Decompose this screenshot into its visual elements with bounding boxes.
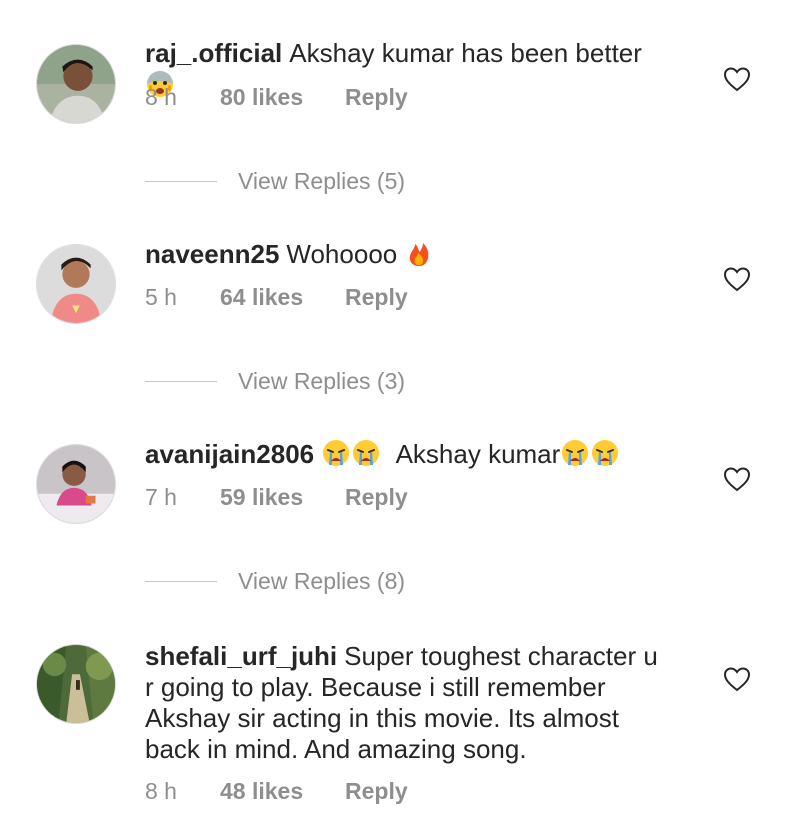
crying-face-emoji <box>590 438 620 468</box>
crying-face-emoji <box>560 438 590 468</box>
comment-time: 8 h <box>145 778 177 804</box>
comment-text-block: shefali_urf_juhi Super toughest character… <box>145 641 665 765</box>
heart-icon[interactable] <box>722 664 752 694</box>
comment-meta: 5 h 64 likes Reply <box>145 284 408 311</box>
comment-time: 7 h <box>145 484 177 510</box>
comment-body: Wohoooo <box>286 239 398 269</box>
view-replies-button[interactable]: View Replies (3) <box>145 368 405 395</box>
comment-likes[interactable]: 59 likes <box>220 484 345 511</box>
comment-username[interactable]: avanijain2806 <box>145 439 314 469</box>
crying-face-emoji <box>321 438 351 468</box>
comment-meta: 8 h 48 likes Reply <box>145 778 408 805</box>
heart-icon[interactable] <box>722 64 752 94</box>
comment-body: Akshay kumar has been better <box>289 38 642 68</box>
reply-button[interactable]: Reply <box>345 284 408 311</box>
comment-likes[interactable]: 48 likes <box>220 778 345 805</box>
avatar[interactable] <box>36 644 116 724</box>
comment-likes[interactable]: 80 likes <box>220 84 345 111</box>
avatar[interactable] <box>36 44 116 124</box>
comment-username[interactable]: naveenn25 <box>145 239 279 269</box>
view-replies-button[interactable]: View Replies (8) <box>145 568 405 595</box>
reply-button[interactable]: Reply <box>345 84 408 111</box>
reply-button[interactable]: Reply <box>345 484 408 511</box>
heart-icon[interactable] <box>722 264 752 294</box>
comment-text-block: naveenn25 Wohoooo <box>145 238 675 270</box>
reply-button[interactable]: Reply <box>345 778 408 805</box>
comment-text-block: avanijain2806 Akshay kumar <box>145 438 675 470</box>
divider-line <box>145 381 217 382</box>
divider-line <box>145 181 217 182</box>
comment-meta: 7 h 59 likes Reply <box>145 484 408 511</box>
crying-face-emoji <box>351 438 381 468</box>
avatar[interactable] <box>36 244 116 324</box>
view-replies-label: View Replies (5) <box>238 168 406 194</box>
view-replies-button[interactable]: View Replies (5) <box>145 168 405 195</box>
comment-username[interactable]: shefali_urf_juhi <box>145 641 337 671</box>
comment-time: 8 h <box>145 84 177 110</box>
divider-line <box>145 581 217 582</box>
heart-icon[interactable] <box>722 464 752 494</box>
view-replies-label: View Replies (8) <box>238 568 406 594</box>
comment-body: Akshay kumar <box>395 439 561 469</box>
comment-username[interactable]: raj_.official <box>145 38 282 68</box>
comment-time: 5 h <box>145 284 177 310</box>
comment-likes[interactable]: 64 likes <box>220 284 345 311</box>
comment-meta: 8 h 80 likes Reply <box>145 84 408 111</box>
fire-emoji <box>404 238 434 268</box>
view-replies-label: View Replies (3) <box>238 368 406 394</box>
avatar[interactable] <box>36 444 116 524</box>
